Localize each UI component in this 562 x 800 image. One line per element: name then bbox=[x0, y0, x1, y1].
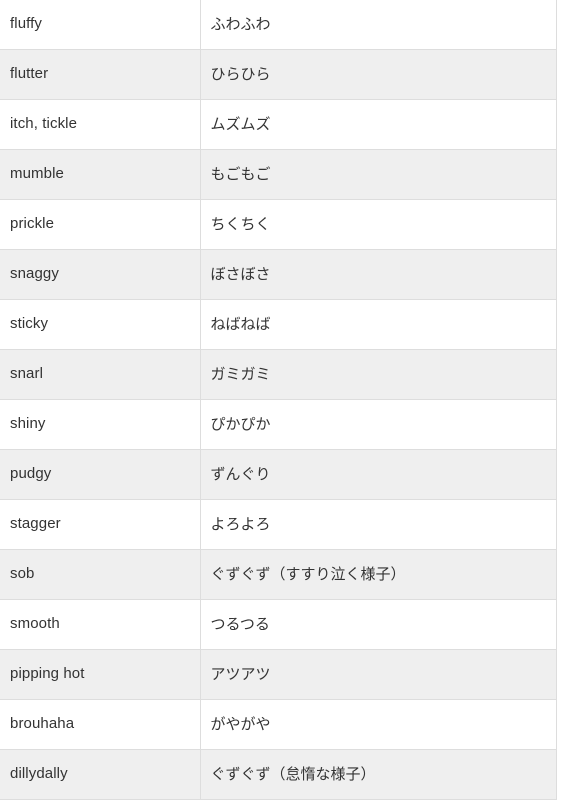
cell-japanese-term: ちくちく bbox=[200, 199, 557, 250]
cell-english-term: sticky bbox=[0, 299, 201, 350]
cell-english-term: prickle bbox=[0, 199, 201, 250]
table-row: smooth つるつる bbox=[0, 599, 557, 650]
cell-english-term: sob bbox=[0, 549, 201, 600]
cell-japanese-term: ぐずぐず（すすり泣く様子） bbox=[200, 549, 557, 600]
cell-english-term: shiny bbox=[0, 399, 201, 450]
table-row: pudgy ずんぐり bbox=[0, 449, 557, 500]
table-row: itch, tickle ムズムズ bbox=[0, 99, 557, 150]
cell-japanese-term: ガミガミ bbox=[200, 349, 557, 400]
cell-japanese-term: アツアツ bbox=[200, 649, 557, 700]
cell-japanese-term: もごもご bbox=[200, 149, 557, 200]
vocabulary-table-body: fluffy ふわふわ flutter ひらひら itch, tickle ムズムズ mum… bbox=[0, 0, 557, 800]
table-row: prickle ちくちく bbox=[0, 199, 557, 250]
cell-english-term: fluffy bbox=[0, 0, 201, 50]
table-row: dillydally ぐずぐず（怠惰な様子） bbox=[0, 749, 557, 800]
cell-japanese-term: ムズムズ bbox=[200, 99, 557, 150]
cell-english-term: pipping hot bbox=[0, 649, 201, 700]
cell-japanese-term: ずんぐり bbox=[200, 449, 557, 500]
table-row: sob ぐずぐず（すすり泣く様子） bbox=[0, 549, 557, 600]
table-row: sticky ねばねば bbox=[0, 299, 557, 350]
cell-japanese-term: ぴかぴか bbox=[200, 399, 557, 450]
table-row: flutter ひらひら bbox=[0, 49, 557, 100]
cell-english-term: flutter bbox=[0, 49, 201, 100]
cell-japanese-term: ぐずぐず（怠惰な様子） bbox=[200, 749, 557, 800]
cell-english-term: dillydally bbox=[0, 749, 201, 800]
table-row: stagger よろよろ bbox=[0, 499, 557, 550]
cell-japanese-term: つるつる bbox=[200, 599, 557, 650]
vocabulary-table-container: fluffy ふわふわ flutter ひらひら itch, tickle ムズムズ mum… bbox=[0, 0, 562, 800]
table-row: brouhaha がやがや bbox=[0, 699, 557, 750]
vocabulary-table: fluffy ふわふわ flutter ひらひら itch, tickle ムズムズ mum… bbox=[0, 0, 557, 800]
cell-english-term: mumble bbox=[0, 149, 201, 200]
cell-japanese-term: がやがや bbox=[200, 699, 557, 750]
cell-japanese-term: ねばねば bbox=[200, 299, 557, 350]
table-row: snaggy ぼさぼさ bbox=[0, 249, 557, 300]
cell-japanese-term: よろよろ bbox=[200, 499, 557, 550]
cell-english-term: snaggy bbox=[0, 249, 201, 300]
cell-english-term: stagger bbox=[0, 499, 201, 550]
cell-japanese-term: ひらひら bbox=[200, 49, 557, 100]
table-row: pipping hot アツアツ bbox=[0, 649, 557, 700]
cell-english-term: pudgy bbox=[0, 449, 201, 500]
cell-english-term: brouhaha bbox=[0, 699, 201, 750]
cell-english-term: smooth bbox=[0, 599, 201, 650]
table-row: fluffy ふわふわ bbox=[0, 0, 557, 50]
cell-japanese-term: ぼさぼさ bbox=[200, 249, 557, 300]
cell-english-term: itch, tickle bbox=[0, 99, 201, 150]
cell-english-term: snarl bbox=[0, 349, 201, 400]
table-row: mumble もごもご bbox=[0, 149, 557, 200]
table-row: snarl ガミガミ bbox=[0, 349, 557, 400]
cell-japanese-term: ふわふわ bbox=[200, 0, 557, 50]
table-row: shiny ぴかぴか bbox=[0, 399, 557, 450]
